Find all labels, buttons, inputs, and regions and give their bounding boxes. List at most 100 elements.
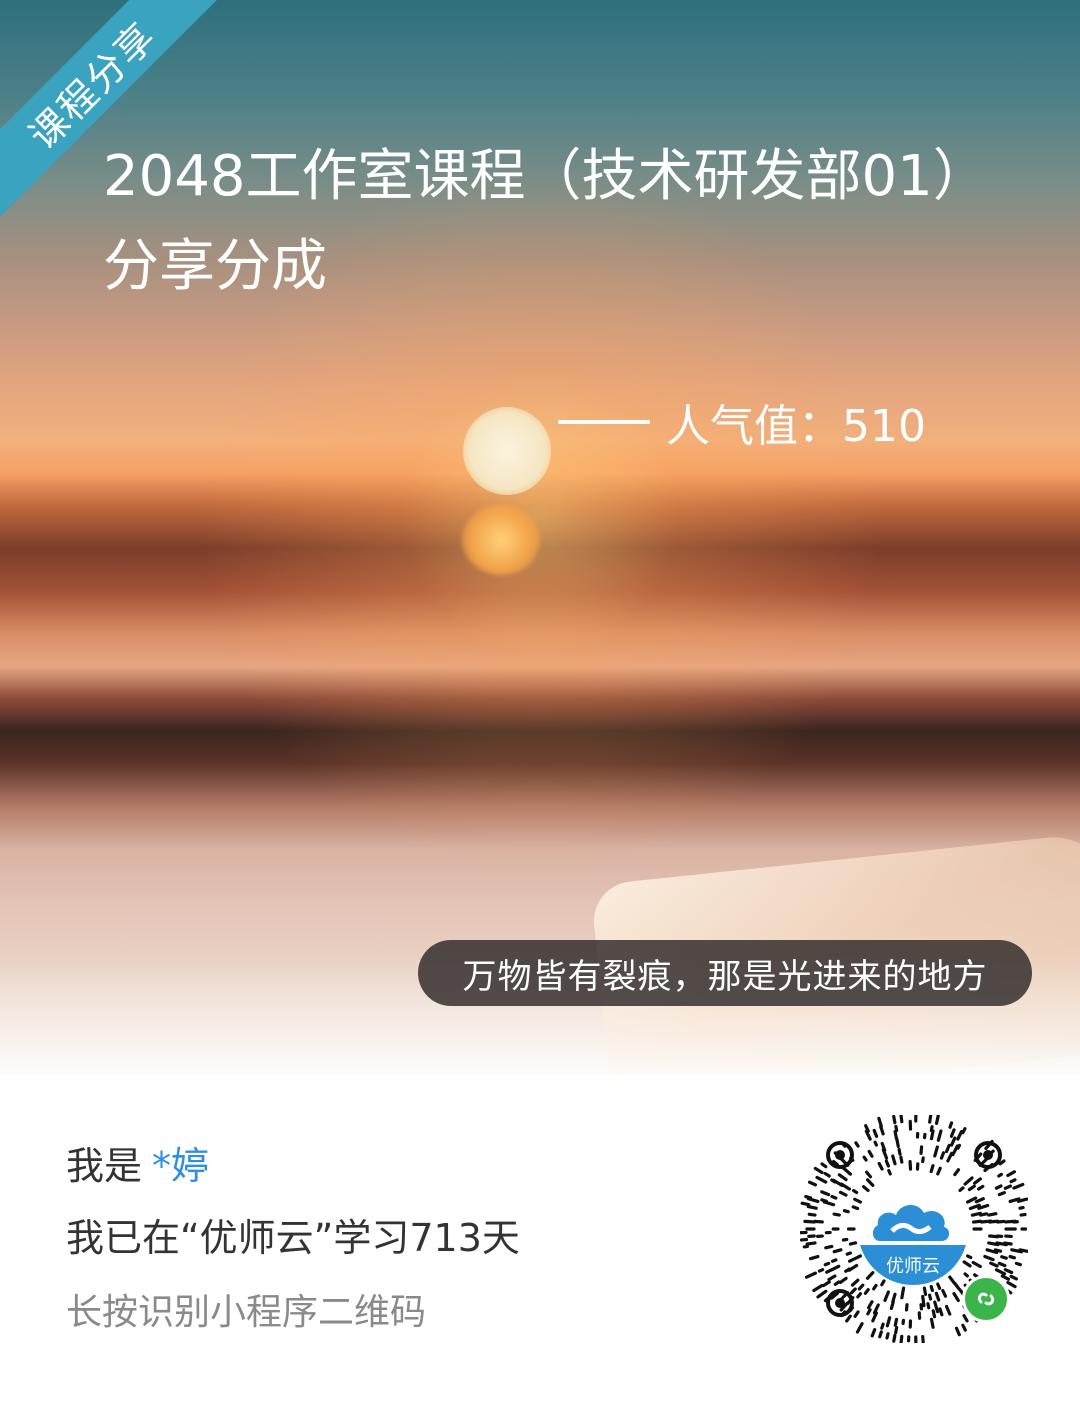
link-icon (977, 1292, 995, 1306)
quote-text: 万物皆有裂痕，那是光进来的地方 (462, 956, 988, 997)
qr-segment (1018, 1205, 1025, 1210)
qr-segment (838, 1190, 848, 1197)
qr-segment (952, 1292, 960, 1303)
qr-segment (806, 1204, 818, 1210)
qr-segment (820, 1198, 828, 1203)
qr-segment (830, 1194, 838, 1200)
qr-segment (807, 1180, 818, 1187)
qr-segment (832, 1248, 843, 1254)
qr-segment (830, 1258, 838, 1263)
qr-segment (922, 1286, 928, 1297)
qr-segment (804, 1271, 818, 1279)
qr-segment (871, 1311, 878, 1323)
qr-segment (974, 1197, 985, 1204)
qr-segment (961, 1323, 967, 1332)
qr-segment (1012, 1182, 1025, 1190)
qr-segment (827, 1274, 837, 1282)
qr-segment (804, 1194, 813, 1200)
qr-segment (949, 1128, 956, 1138)
qr-segment (934, 1115, 940, 1125)
qr-segment (844, 1267, 851, 1273)
qr-segment (832, 1212, 841, 1217)
qr-segment (962, 1314, 969, 1323)
qr-segment (899, 1334, 904, 1343)
qr-segment (938, 1307, 944, 1317)
qr-segment (1003, 1184, 1012, 1190)
qr-segment (892, 1115, 897, 1125)
qr-segment (956, 1130, 964, 1141)
qr-segment (885, 1332, 890, 1340)
qr-segment (873, 1140, 878, 1147)
qr-segment (885, 1316, 892, 1328)
qr-segment (815, 1175, 828, 1184)
qr-segment (941, 1288, 948, 1298)
qr-segment (841, 1166, 853, 1176)
qr-segment (996, 1219, 1006, 1224)
qr-segment (851, 1205, 860, 1211)
qr-segment (892, 1333, 897, 1343)
dash-divider (558, 420, 650, 424)
qr-hint: 长按识别小程序二维码 (66, 1292, 427, 1333)
qr-finder-dot (835, 1150, 845, 1160)
sun (463, 407, 551, 495)
qr-segment (891, 1154, 897, 1166)
qr-segment (956, 1143, 962, 1150)
qr-segment (867, 1300, 874, 1310)
qr-segment (1000, 1274, 1011, 1281)
study-days: 我已在“优师云”学习713天 (66, 1216, 520, 1260)
qr-segment (1006, 1280, 1017, 1289)
qr-segment (946, 1151, 954, 1163)
qr-segment (950, 1136, 957, 1147)
qr-segment (997, 1261, 1007, 1268)
qr-segment (856, 1292, 863, 1299)
qr-segment (1019, 1212, 1027, 1217)
qr-segment (929, 1284, 934, 1293)
qr-segment (833, 1280, 841, 1286)
qr-segment (855, 1322, 864, 1334)
qr-segment (807, 1212, 817, 1217)
qr-segment (977, 1184, 985, 1191)
qr-segment (867, 1149, 874, 1158)
qr-segment (805, 1241, 817, 1246)
qr-segment (987, 1212, 998, 1217)
popularity: 人气值：510 (558, 392, 926, 452)
qr-segment (897, 1147, 902, 1156)
qr-segment (802, 1244, 810, 1249)
qr-segment (954, 1326, 961, 1337)
qr-segment (900, 1286, 906, 1300)
qr-finder-dot (835, 1298, 845, 1308)
qr-segment (973, 1177, 982, 1185)
qr-finder-dot (983, 1150, 993, 1160)
qr-segment (837, 1173, 848, 1182)
qr-segment (966, 1196, 978, 1204)
qr-segment (997, 1190, 1006, 1197)
qr-segment (994, 1268, 1007, 1276)
qr-segment (883, 1290, 890, 1303)
greeting-prefix: 我是 (66, 1144, 143, 1188)
qr-segment (933, 1145, 939, 1158)
qr-segment (887, 1168, 892, 1176)
qr-segment (850, 1287, 857, 1295)
qr-segment (1009, 1274, 1018, 1281)
qr-segment (936, 1129, 943, 1142)
qr-segment (1018, 1248, 1028, 1253)
qr-segment (877, 1161, 884, 1171)
share-poster: 课程分享 2048工作室课程（技术研发部01）分享分成 人气值：510 万物皆有… (0, 0, 1080, 1075)
qr-segment (825, 1268, 834, 1274)
qr-segment (893, 1129, 899, 1141)
qr-segment (1008, 1254, 1017, 1260)
qr-segment (998, 1159, 1006, 1166)
qr-segment (820, 1162, 828, 1169)
qr-segment (1014, 1261, 1022, 1267)
qr-segment (921, 1335, 925, 1343)
cloud-logo-icon: 优师云 (858, 1175, 968, 1285)
qr-segment (851, 1188, 859, 1195)
qr-segment (830, 1178, 837, 1184)
qr-segment (1009, 1178, 1017, 1184)
greeting: 我是 *婷 (66, 1135, 209, 1190)
qr-segment (847, 1257, 855, 1263)
qr-segment (870, 1327, 877, 1338)
qr-segment (838, 1276, 848, 1285)
qr-segment (994, 1184, 1003, 1190)
qr-segment (948, 1121, 954, 1129)
